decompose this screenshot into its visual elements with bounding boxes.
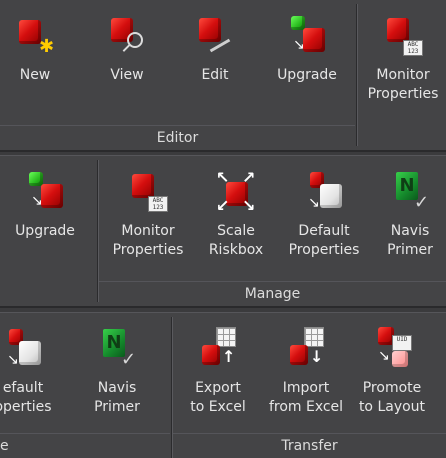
default-label-line2: Properties: [288, 242, 360, 258]
default-properties-icon: ↘: [3, 327, 43, 371]
import-label-line2: from Excel: [268, 399, 344, 415]
monitor-properties-icon: ABC 123: [383, 14, 423, 58]
ribbon-band-editor: ✱ New View Edit ↘ Upgrade Editor ABC 123…: [0, 0, 446, 152]
export-to-excel-icon: ↑: [198, 327, 238, 371]
editor-group-label: Editor: [0, 125, 355, 150]
new-button[interactable]: ✱ New: [0, 8, 80, 112]
uid-card-icon: UID: [392, 335, 412, 351]
navis-label-line1: Navis: [390, 223, 430, 239]
monitor-label-line2-2: Properties: [112, 242, 184, 258]
navis-primer-button-3[interactable]: N ✓ Navis Primer: [72, 321, 162, 425]
manage-panel: ABC 123 Monitor Properties ↖ ↗ ↙ ↘ Scale…: [99, 156, 446, 306]
manage-panel-clipped: ↘ efault operties N ✓ Navis Primer e: [0, 313, 170, 458]
panel-separator: [97, 160, 98, 302]
transfer-panel: ↑ Export to Excel ↓ Import from Excel UI…: [173, 313, 446, 458]
default-properties-button[interactable]: ↘ Default Properties: [279, 164, 369, 268]
upgrade-label: Upgrade: [277, 67, 337, 83]
view-button[interactable]: View: [82, 8, 172, 112]
import-from-excel-button[interactable]: ↓ Import from Excel: [261, 321, 351, 425]
export-label-line2: to Excel: [190, 399, 246, 415]
upgrade-riskbox-icon: ↘: [287, 14, 327, 58]
default-label-line2-3: operties: [0, 399, 52, 415]
ribbon-band-manage: ↘ Upgrade ABC 123 Monitor Properties ↖ ↗…: [0, 155, 446, 308]
promote-to-layout-button[interactable]: UID ↘ Promote to Layout: [347, 321, 437, 425]
default-label-line1: Default: [298, 223, 350, 239]
navis-label-line2-3: Primer: [94, 399, 140, 415]
import-label-line1: Import: [282, 380, 330, 396]
scale-label-line2: Riskbox: [208, 242, 264, 258]
monitor-card-icon: ABC 123: [403, 40, 423, 56]
ribbon-band-transfer: ↘ efault operties N ✓ Navis Primer e ↑ E…: [0, 312, 446, 458]
edit-button[interactable]: Edit: [170, 8, 260, 112]
scale-label-line1: Scale: [217, 223, 255, 239]
monitor-properties-button-2[interactable]: ABC 123 Monitor Properties: [103, 164, 193, 268]
upgrade-panel: ↘ Upgrade: [0, 156, 96, 306]
monitor-properties-button[interactable]: ABC 123 Monitor Properties: [358, 8, 446, 112]
navis-primer-button[interactable]: N ✓ Navis Primer: [365, 164, 446, 268]
monitor-label-line1: Monitor: [376, 67, 430, 83]
export-label-line1: Export: [195, 380, 241, 396]
monitor-label-line1-2: Monitor: [121, 223, 175, 239]
default-label-line1-3: efault: [2, 380, 44, 396]
default-properties-icon: ↘: [304, 170, 344, 214]
monitor-label-line2: Properties: [367, 86, 439, 102]
new-riskbox-icon: ✱: [15, 14, 55, 58]
manage-group-label-clipped: e: [0, 433, 170, 458]
edit-label: Edit: [201, 67, 229, 83]
new-label: New: [19, 67, 51, 83]
view-label: View: [110, 67, 144, 83]
panel-separator: [171, 317, 172, 458]
panel-separator: [356, 4, 357, 146]
monitor-properties-icon: ABC 123: [128, 170, 168, 214]
export-to-excel-button[interactable]: ↑ Export to Excel: [173, 321, 263, 425]
promote-to-layout-icon: UID ↘: [372, 327, 412, 371]
monitor-panel: ABC 123 Monitor Properties: [358, 0, 446, 150]
upgrade-button[interactable]: ↘ Upgrade: [262, 8, 352, 112]
default-properties-button-3[interactable]: ↘ efault operties: [0, 321, 68, 425]
monitor-card-icon: ABC 123: [148, 196, 168, 212]
import-from-excel-icon: ↓: [286, 327, 326, 371]
navis-primer-icon: N ✓: [390, 170, 430, 214]
navis-primer-icon: N ✓: [97, 327, 137, 371]
edit-riskbox-icon: [195, 14, 235, 58]
navis-label-line1-3: Navis: [97, 380, 137, 396]
navis-label-line2: Primer: [387, 242, 433, 258]
upgrade-button-2[interactable]: ↘ Upgrade: [0, 164, 90, 268]
promote-label-line1: Promote: [362, 380, 422, 396]
promote-label-line2: to Layout: [358, 399, 426, 415]
upgrade-label-2: Upgrade: [15, 223, 75, 239]
scale-riskbox-button[interactable]: ↖ ↗ ↙ ↘ Scale Riskbox: [191, 164, 281, 268]
transfer-group-label: Transfer: [173, 433, 446, 458]
scale-riskbox-icon: ↖ ↗ ↙ ↘: [216, 168, 256, 215]
editor-panel: ✱ New View Edit ↘ Upgrade Editor: [0, 0, 355, 150]
upgrade-riskbox-icon: ↘: [25, 170, 65, 214]
view-riskbox-icon: [107, 14, 147, 58]
manage-group-label: Manage: [99, 281, 446, 306]
